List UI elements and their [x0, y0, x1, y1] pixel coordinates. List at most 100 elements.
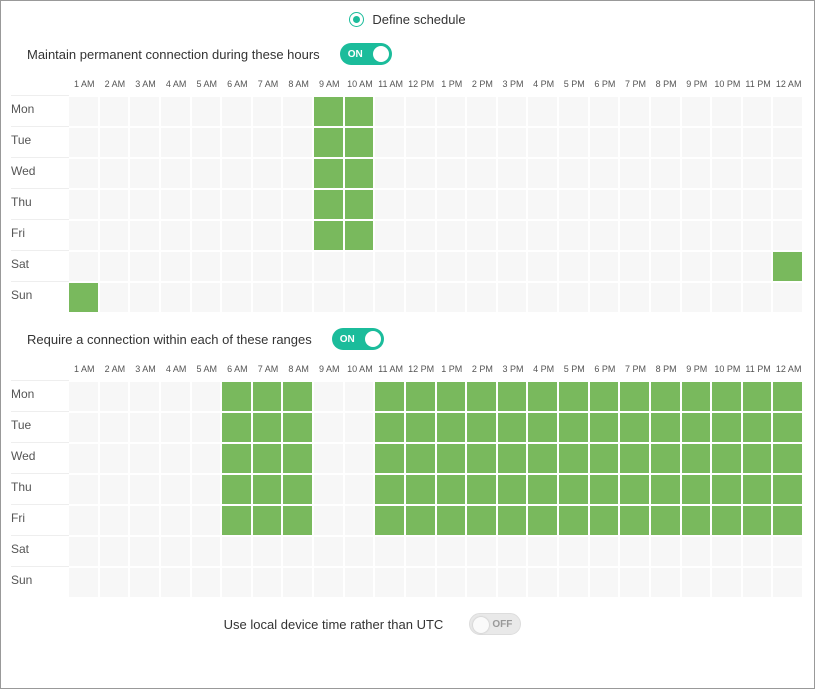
schedule-cell[interactable] [161, 535, 192, 566]
schedule-cell[interactable] [100, 126, 131, 157]
schedule-cell[interactable] [69, 188, 100, 219]
schedule-cell[interactable] [498, 380, 529, 411]
schedule-cell[interactable] [559, 473, 590, 504]
schedule-cell[interactable] [375, 442, 406, 473]
schedule-cell[interactable] [773, 504, 804, 535]
schedule-cell[interactable] [253, 219, 284, 250]
schedule-cell[interactable] [743, 126, 774, 157]
schedule-cell[interactable] [773, 566, 804, 597]
schedule-cell[interactable] [283, 188, 314, 219]
schedule-cell[interactable] [559, 566, 590, 597]
schedule-cell[interactable] [222, 126, 253, 157]
schedule-cell[interactable] [406, 411, 437, 442]
schedule-cell[interactable] [253, 411, 284, 442]
schedule-cell[interactable] [559, 380, 590, 411]
schedule-cell[interactable] [283, 411, 314, 442]
section2-toggle[interactable]: ON [332, 328, 384, 350]
schedule-cell[interactable] [100, 157, 131, 188]
schedule-cell[interactable] [406, 281, 437, 312]
schedule-cell[interactable] [437, 188, 468, 219]
schedule-cell[interactable] [590, 250, 621, 281]
schedule-cell[interactable] [743, 250, 774, 281]
schedule-cell[interactable] [773, 188, 804, 219]
schedule-cell[interactable] [498, 535, 529, 566]
schedule-cell[interactable] [620, 411, 651, 442]
schedule-cell[interactable] [345, 535, 376, 566]
schedule-cell[interactable] [437, 380, 468, 411]
schedule-cell[interactable] [620, 504, 651, 535]
schedule-cell[interactable] [498, 95, 529, 126]
schedule-cell[interactable] [375, 535, 406, 566]
schedule-cell[interactable] [498, 442, 529, 473]
schedule-cell[interactable] [314, 535, 345, 566]
schedule-cell[interactable] [283, 442, 314, 473]
schedule-cell[interactable] [712, 219, 743, 250]
schedule-cell[interactable] [130, 250, 161, 281]
schedule-cell[interactable] [559, 219, 590, 250]
schedule-cell[interactable] [559, 157, 590, 188]
schedule-cell[interactable] [283, 566, 314, 597]
schedule-cell[interactable] [590, 126, 621, 157]
schedule-cell[interactable] [620, 566, 651, 597]
schedule-cell[interactable] [253, 380, 284, 411]
schedule-cell[interactable] [130, 504, 161, 535]
schedule-cell[interactable] [222, 157, 253, 188]
schedule-cell[interactable] [161, 442, 192, 473]
schedule-cell[interactable] [498, 411, 529, 442]
schedule-cell[interactable] [192, 473, 223, 504]
schedule-cell[interactable] [528, 126, 559, 157]
schedule-cell[interactable] [69, 442, 100, 473]
schedule-cell[interactable] [620, 281, 651, 312]
schedule-cell[interactable] [406, 157, 437, 188]
schedule-cell[interactable] [406, 473, 437, 504]
schedule-cell[interactable] [590, 219, 621, 250]
schedule-cell[interactable] [222, 380, 253, 411]
schedule-cell[interactable] [712, 126, 743, 157]
schedule-cell[interactable] [406, 566, 437, 597]
schedule-cell[interactable] [620, 535, 651, 566]
schedule-cell[interactable] [130, 157, 161, 188]
schedule-cell[interactable] [253, 188, 284, 219]
schedule-cell[interactable] [345, 188, 376, 219]
schedule-cell[interactable] [682, 281, 713, 312]
schedule-cell[interactable] [651, 157, 682, 188]
schedule-cell[interactable] [528, 219, 559, 250]
schedule-cell[interactable] [743, 380, 774, 411]
schedule-cell[interactable] [253, 281, 284, 312]
schedule-cell[interactable] [192, 281, 223, 312]
schedule-cell[interactable] [467, 219, 498, 250]
schedule-cell[interactable] [590, 380, 621, 411]
schedule-cell[interactable] [467, 380, 498, 411]
schedule-cell[interactable] [192, 95, 223, 126]
schedule-cell[interactable] [559, 95, 590, 126]
schedule-cell[interactable] [437, 157, 468, 188]
schedule-cell[interactable] [130, 95, 161, 126]
schedule-cell[interactable] [651, 380, 682, 411]
schedule-cell[interactable] [100, 219, 131, 250]
schedule-cell[interactable] [314, 442, 345, 473]
schedule-cell[interactable] [467, 504, 498, 535]
schedule-cell[interactable] [743, 157, 774, 188]
schedule-cell[interactable] [682, 95, 713, 126]
schedule-cell[interactable] [130, 281, 161, 312]
schedule-cell[interactable] [283, 126, 314, 157]
schedule-cell[interactable] [375, 281, 406, 312]
schedule-cell[interactable] [375, 126, 406, 157]
schedule-cell[interactable] [375, 380, 406, 411]
schedule-cell[interactable] [253, 442, 284, 473]
schedule-cell[interactable] [69, 126, 100, 157]
schedule-cell[interactable] [375, 95, 406, 126]
schedule-cell[interactable] [345, 126, 376, 157]
schedule-cell[interactable] [528, 380, 559, 411]
schedule-cell[interactable] [345, 566, 376, 597]
schedule-cell[interactable] [69, 535, 100, 566]
schedule-cell[interactable] [528, 473, 559, 504]
schedule-cell[interactable] [345, 504, 376, 535]
schedule-cell[interactable] [69, 95, 100, 126]
schedule-cell[interactable] [253, 157, 284, 188]
schedule-cell[interactable] [682, 473, 713, 504]
schedule-cell[interactable] [712, 188, 743, 219]
schedule-cell[interactable] [620, 380, 651, 411]
schedule-cell[interactable] [192, 504, 223, 535]
schedule-cell[interactable] [314, 126, 345, 157]
